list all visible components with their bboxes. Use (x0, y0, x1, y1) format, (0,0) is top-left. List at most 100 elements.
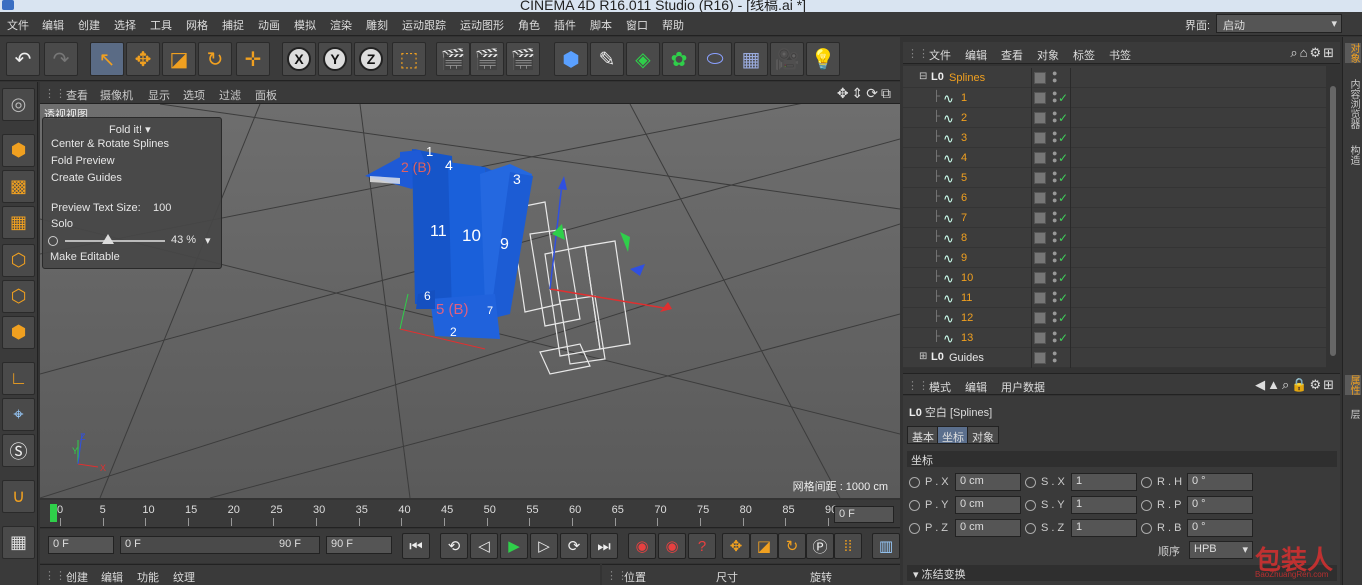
rot-b-field[interactable]: 0 ° (1187, 519, 1253, 537)
workplane-icon[interactable]: ▦ (2, 206, 35, 239)
keyframe-selection-button[interactable]: ? (688, 533, 716, 559)
viewport-menu-options[interactable]: 选项 (183, 87, 205, 103)
enabled-check-icon[interactable]: ✓ (1058, 171, 1068, 185)
material-menu-edit[interactable]: 编辑 (101, 569, 123, 585)
viewport-menu-display[interactable]: 显示 (148, 87, 170, 103)
side-tab-content-browser[interactable]: 内容浏览器 (1345, 79, 1361, 129)
am-menu-mode[interactable]: 模式 (929, 379, 951, 395)
am-menu-edit[interactable]: 编辑 (965, 379, 987, 395)
object-row-spline[interactable]: ├ ∿ 4 ● ● ✓ (903, 148, 1326, 168)
menu-plugins[interactable]: 插件 (554, 17, 576, 33)
layer-icon[interactable] (1034, 352, 1046, 364)
om-menu-tags[interactable]: 标签 (1073, 47, 1095, 63)
record-point-level-button[interactable]: ⁞⁞ (834, 533, 862, 559)
timeline-ruler[interactable]: 0 5 10 15 20 25 30 35 40 45 50 55 60 65 70 75 80 85 90 (52, 502, 837, 526)
model-mode-icon[interactable]: ⬢ (2, 134, 35, 167)
rot-h-field[interactable]: 0 ° (1187, 473, 1253, 491)
fold-it-header[interactable]: Fold it! ▾ (109, 123, 151, 136)
create-guides-item[interactable]: Create Guides (51, 172, 122, 184)
cube-button[interactable]: ⬢ (554, 42, 588, 76)
om-menu-file[interactable]: 文件 (929, 47, 951, 63)
object-name[interactable]: 13 (961, 332, 973, 344)
go-to-start-button[interactable]: ⏮ (402, 533, 430, 559)
om-menu-view[interactable]: 查看 (1001, 47, 1023, 63)
tweak-mode-icon[interactable]: ⌖ (2, 398, 35, 431)
visibility-dots[interactable]: ● ● (1052, 229, 1057, 245)
autokey-button[interactable]: ◉ (658, 533, 686, 559)
viewport-menu-filter[interactable]: 过滤 (219, 87, 241, 103)
coordinate-system-button[interactable]: ⬚ (392, 42, 426, 76)
start-frame-field[interactable]: 0 F (48, 536, 114, 554)
object-row-spline[interactable]: ├ ∿ 13 ● ● ✓ (903, 328, 1326, 348)
layer-icon[interactable] (1034, 92, 1046, 104)
om-menu-objects[interactable]: 对象 (1037, 47, 1059, 63)
layer-icon[interactable] (1034, 272, 1046, 284)
solo-radio[interactable] (48, 236, 58, 246)
visibility-dots[interactable]: ● ● (1052, 209, 1057, 225)
menu-tools[interactable]: 工具 (150, 17, 172, 33)
menu-simulate[interactable]: 模拟 (294, 17, 316, 33)
menu-mesh[interactable]: 网格 (186, 17, 208, 33)
visibility-dots[interactable]: ● ● (1052, 89, 1057, 105)
points-mode-icon[interactable]: ⬡ (2, 244, 35, 277)
floor-button[interactable]: ▦ (734, 42, 768, 76)
object-name[interactable]: 11 (961, 292, 972, 304)
visibility-dots[interactable]: ● ● (1052, 309, 1057, 325)
side-tab-attributes[interactable]: 属性 (1345, 375, 1361, 395)
record-button[interactable]: ◉ (628, 533, 656, 559)
am-menu-user-data[interactable]: 用户数据 (1001, 379, 1045, 395)
layer-icon[interactable] (1034, 112, 1046, 124)
next-key-button[interactable]: ⟳ (560, 533, 588, 559)
record-position-button[interactable]: ✥ (722, 533, 750, 559)
tab-coord[interactable]: 坐标 (937, 426, 969, 444)
subdivision-button[interactable]: ◈ (626, 42, 660, 76)
object-row-spline[interactable]: ├ ∿ 1 ● ● ✓ (903, 88, 1326, 108)
visibility-dots[interactable]: ● ● (1052, 289, 1057, 305)
object-name[interactable]: 3 (961, 132, 967, 144)
visibility-dots[interactable]: ● ● (1052, 149, 1057, 165)
object-name[interactable]: 9 (961, 252, 967, 264)
layer-icon[interactable] (1034, 192, 1046, 204)
menu-create[interactable]: 创建 (78, 17, 100, 33)
object-list-scrollbar[interactable] (1328, 66, 1338, 368)
solo-label[interactable]: Solo (51, 218, 73, 230)
playhead[interactable] (50, 504, 57, 522)
chevron-down-icon[interactable]: ▾ (205, 234, 211, 247)
move-button[interactable]: ✥ (126, 42, 160, 76)
object-name[interactable]: 7 (961, 212, 967, 224)
visibility-dots[interactable]: ● ● (1052, 189, 1057, 205)
prop-scale-x[interactable]: S . X 1 (1025, 473, 1137, 493)
object-row-spline[interactable]: ├ ∿ 12 ● ● ✓ (903, 308, 1326, 328)
fold-preview-item[interactable]: Fold Preview (51, 155, 115, 167)
object-list[interactable]: ⊟ L0 Splines ● ● ├ ∿ 1 ● ● ✓ ├ ∿ 2 ● ● ✓ ├ ∿ 3 ● ● ✓ ├ ∿ 4 ● ● ✓ ├ ∿ 5 ●… (903, 66, 1326, 368)
menu-snap[interactable]: 捕捉 (222, 17, 244, 33)
camera-button[interactable]: 🎥 (770, 42, 804, 76)
prop-pos-x[interactable]: P . X 0 cm (909, 473, 1021, 493)
cloner-button[interactable]: ✿ (662, 42, 696, 76)
object-name[interactable]: 12 (961, 312, 973, 324)
viewport-menu-panel[interactable]: 面板 (255, 87, 277, 103)
menu-character[interactable]: 角色 (518, 17, 540, 33)
pos-y-field[interactable]: 0 cm (955, 496, 1021, 514)
prop-rot-h[interactable]: R . H 0 ° (1141, 473, 1253, 493)
layer-icon[interactable] (1034, 312, 1046, 324)
object-name[interactable]: 6 (961, 192, 967, 204)
menu-mograph[interactable]: 运动图形 (460, 17, 504, 33)
undo-button[interactable]: ↶ (6, 42, 40, 76)
layer-icon[interactable] (1034, 292, 1046, 304)
current-frame-field[interactable]: 0 F (834, 506, 894, 523)
layout-select[interactable]: 启动 ▾ (1216, 14, 1342, 33)
viewport-menu-cameras[interactable]: 摄像机 (100, 87, 133, 103)
menu-motion-tracking[interactable]: 运动跟踪 (402, 17, 446, 33)
deformer-button[interactable]: ⬭ (698, 42, 732, 76)
object-row-spline[interactable]: ├ ∿ 2 ● ● ✓ (903, 108, 1326, 128)
object-row-spline[interactable]: ├ ∿ 7 ● ● ✓ (903, 208, 1326, 228)
record-rotation-button[interactable]: ↻ (778, 533, 806, 559)
visibility-dots[interactable]: ● ● (1052, 129, 1057, 145)
live-select-button[interactable]: ↖ (90, 42, 124, 76)
make-editable-icon[interactable]: ◎ (2, 88, 35, 121)
visibility-dots[interactable]: ● ● (1052, 249, 1057, 265)
tab-basic[interactable]: 基本 (907, 426, 939, 444)
enabled-check-icon[interactable]: ✓ (1058, 311, 1068, 325)
object-name[interactable]: 8 (961, 232, 967, 244)
